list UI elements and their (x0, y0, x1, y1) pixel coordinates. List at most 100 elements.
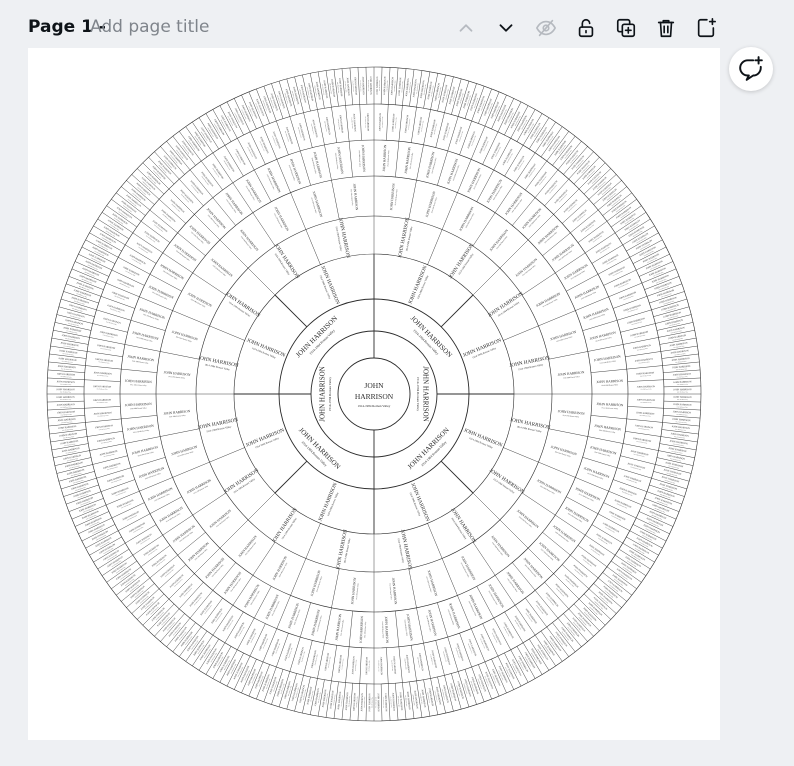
fan-divider (435, 112, 445, 148)
ancestor-name: JOHN HARRISON (169, 574, 184, 589)
ancestor-dates: 1914-1984 Roman Valley (381, 622, 384, 639)
ancestor-dates: 1914-1984 Roman Valley (168, 376, 185, 380)
fan-divider (582, 320, 618, 331)
ancestor-dates: 1914-1984 Roman Valley (328, 376, 332, 411)
fan-divider (616, 309, 652, 321)
fan-divider (85, 418, 122, 423)
fan-divider (398, 105, 403, 142)
fan-divider (274, 460, 308, 494)
fan-divider (423, 643, 431, 679)
fan-divider (440, 460, 474, 494)
center-person-dates: 1914-1984 Roman Valley (358, 404, 391, 408)
fan-divider (663, 400, 701, 403)
ancestor-dates: 1914-1984 Roman Valley (377, 660, 379, 672)
ancestor-name: JOHN HARRISON (368, 693, 371, 712)
fan-divider (305, 523, 321, 559)
chevron-up-icon (459, 24, 473, 32)
ancestor-dates: 1914-1984 Roman Valley (350, 189, 354, 206)
fan-divider (300, 150, 311, 186)
fan-divider (427, 523, 443, 559)
fan-divider (209, 325, 245, 341)
fan-divider (345, 646, 350, 683)
fan-divider (663, 385, 701, 388)
fan-divider (252, 212, 276, 247)
ancestor-dates: 1914-1984 Roman Valley (677, 384, 689, 386)
fan-divider (324, 144, 332, 181)
fan-divider (620, 455, 656, 465)
fan-divider (380, 683, 383, 721)
ancestor-name: JOHN HARRISON (487, 291, 525, 319)
duplicate-page-button[interactable] (612, 14, 640, 42)
ancestor-name: JOHN HARRISON (384, 616, 389, 644)
fan-divider (89, 337, 125, 345)
move-up-button[interactable] (452, 14, 480, 42)
ancestor-name: JOHN HARRISON (204, 556, 225, 579)
duplicate-icon (616, 18, 636, 38)
fan-divider (290, 558, 307, 596)
ancestor-name: JOHN HARRISON (673, 388, 692, 391)
ancestor-name: JOHN HARRISON (376, 76, 379, 95)
ancestor-name: JOHN HARRISON (391, 577, 398, 605)
ancestor-name: JOHN HARRISON (206, 207, 227, 230)
fan-divider (416, 144, 424, 181)
add-comment-button[interactable] (729, 47, 773, 91)
fan-divider (408, 568, 417, 608)
page-number-label: Page 1 (28, 17, 93, 37)
center-person-last-name: HARRISON (355, 392, 394, 401)
fan-divider (447, 636, 459, 672)
ancestor-dates: 1914-1984 Roman Valley (640, 388, 652, 390)
ancestor-name: JOHN HARRISON (672, 365, 691, 370)
fan-divider (386, 104, 389, 141)
fan-divider (437, 602, 448, 638)
ancestor-dates: 1914-1984 Roman Valley (60, 399, 72, 401)
ancestor-dates: 1914-1984 Roman Valley (677, 399, 689, 401)
page-title-input[interactable] (90, 15, 290, 39)
ancestor-name: JOHN HARRISON (521, 207, 542, 230)
fan-divider (627, 406, 664, 409)
ancestor-dates: 1914-1984 Roman Valley (364, 696, 366, 708)
fan-divider (521, 272, 556, 296)
delete-page-button[interactable] (652, 14, 680, 42)
fan-divider (590, 368, 627, 373)
ancestor-dates: 1914-1984 Roman Valley (358, 150, 361, 167)
ancestor-name: JOHN HARRISON (238, 534, 258, 558)
fan-divider (435, 640, 445, 676)
fan-divider (408, 180, 417, 220)
fan-divider (348, 610, 353, 647)
fan-divider (411, 645, 417, 681)
ancestor-name: JOHN HARRISON (384, 693, 388, 712)
ancestor-dates: 1914-1984 Roman Valley (96, 402, 108, 404)
fan-divider (85, 365, 122, 370)
fan-divider (587, 344, 624, 352)
ancestor-name: JOHN HARRISON (359, 616, 364, 644)
ancestor-name: JOHN HARRISON (673, 396, 692, 399)
trash-icon (657, 19, 675, 38)
ancestor-name: JOHN HARRISON (377, 693, 380, 712)
ancestor-name: JOHN HARRISON (488, 468, 526, 496)
ancestor-name: JOHN HARRISON (179, 189, 194, 204)
ancestor-dates: 1914-1984 Roman Valley (367, 80, 369, 92)
fan-divider (625, 351, 661, 357)
fan-divider (300, 602, 311, 638)
ancestor-name: JOHN HARRISON (319, 366, 327, 421)
ancestor-name: JOHN HARRISON (563, 198, 578, 213)
add-page-button[interactable] (692, 14, 720, 42)
lock-page-button[interactable] (572, 14, 600, 42)
fan-divider (411, 107, 417, 143)
ancestor-dates: 1914-1984 Roman Valley (379, 79, 381, 91)
ancestor-dates: 1914-1984 Roman Valley (130, 407, 147, 410)
ancestor-dates: 1914-1984 Roman Valley (602, 384, 619, 387)
fan-divider (380, 67, 383, 105)
ancestor-name: JOHN HARRISON (224, 291, 262, 319)
ancestor-name: JOHN HARRISON (56, 396, 75, 399)
ancestor-dates: 1914-1984 Roman Valley (387, 150, 390, 167)
fan-divider (172, 310, 210, 327)
hide-page-button[interactable] (532, 14, 560, 42)
page-canvas[interactable]: JOHN HARRISON 1914-1984 Roman Valley JOHN H… (28, 48, 720, 740)
ancestor-name: JOHN HARRISON (57, 380, 76, 384)
ancestor-dates: 1914-1984 Roman Valley (640, 402, 652, 404)
fan-divider (84, 406, 121, 409)
ancestor-name: JOHN HARRISON (127, 424, 155, 432)
move-down-button[interactable] (492, 14, 520, 42)
fan-divider (499, 519, 529, 549)
